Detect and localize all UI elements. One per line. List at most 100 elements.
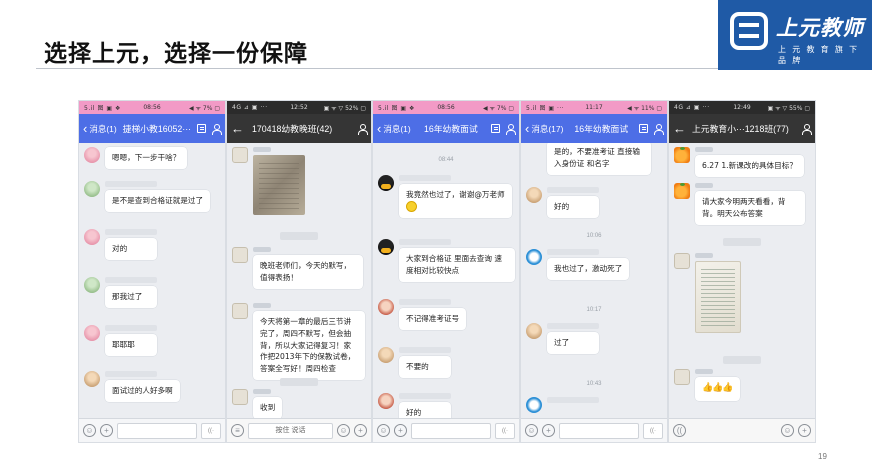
sender-name-blurred bbox=[105, 229, 157, 235]
group-members-icon[interactable] bbox=[357, 123, 368, 135]
back-button[interactable]: ← bbox=[673, 122, 688, 135]
avatar[interactable] bbox=[674, 183, 690, 199]
emoji-icon[interactable]: ☺ bbox=[781, 424, 794, 437]
sender-name-blurred bbox=[399, 393, 451, 399]
plus-icon[interactable]: + bbox=[100, 424, 113, 437]
chat-area[interactable]: 6.27 1.新课改的具体目标？ 请大家今明两天看看，背背。明天公布答案 👍👍👍 bbox=[669, 143, 815, 418]
emoji-icon[interactable]: ☺ bbox=[83, 424, 96, 437]
image-message[interactable] bbox=[253, 155, 305, 215]
voice-mode-icon[interactable]: (( bbox=[673, 424, 686, 437]
voice-button[interactable]: ((· bbox=[643, 422, 663, 439]
plus-icon[interactable]: + bbox=[542, 424, 555, 437]
plus-icon[interactable]: + bbox=[354, 424, 367, 437]
input-bar: (( ☺ + bbox=[669, 418, 815, 442]
back-label: 消息(1) bbox=[89, 123, 117, 134]
group-members-icon[interactable] bbox=[801, 123, 812, 135]
battery-icons: ◀ ᯤ 11% ▢ bbox=[627, 104, 662, 112]
message-input[interactable] bbox=[690, 423, 777, 439]
sender-name-blurred bbox=[399, 175, 451, 181]
time-marker: 10:17 bbox=[586, 307, 602, 313]
back-button[interactable]: ‹ 消息(1) bbox=[377, 122, 411, 135]
avatar[interactable] bbox=[232, 389, 248, 405]
message-input[interactable] bbox=[117, 422, 197, 439]
chat-area[interactable]: 晚班老师们，今天的默写，值得表扬！ 今天将第一章的最后三节讲完了，周四不默写，但… bbox=[227, 143, 371, 418]
avatar[interactable] bbox=[232, 247, 248, 263]
back-button[interactable]: ‹ 消息(17) bbox=[525, 122, 563, 135]
sender-name-blurred bbox=[105, 277, 157, 283]
battery-icons: ▣ ᯤ ▽ 52% ▢ bbox=[323, 104, 366, 112]
avatar[interactable] bbox=[674, 369, 690, 385]
avatar[interactable] bbox=[526, 187, 542, 203]
group-files-icon[interactable] bbox=[491, 123, 500, 133]
message: 我也过了，激动死了 bbox=[526, 249, 630, 280]
message-bubble: 是的，不要准考证 直接输入身份证 和名字 bbox=[547, 143, 651, 175]
avatar[interactable] bbox=[674, 147, 690, 163]
message: 面试过的人好多啊 bbox=[84, 371, 180, 402]
message: 嗯嗯，下一步干啥？ bbox=[84, 147, 188, 169]
avatar[interactable] bbox=[378, 347, 394, 363]
message: 今天将第一章的最后三节讲完了，周四不默写，但会抽背，所以大家记得复习！家作把20… bbox=[232, 303, 365, 380]
message: 是的，不要准考证 直接输入身份证 和名字 bbox=[547, 143, 651, 175]
avatar[interactable] bbox=[674, 253, 690, 269]
hold-to-talk-button[interactable]: 按住 说话 bbox=[248, 422, 333, 439]
time-divider bbox=[669, 238, 815, 246]
status-bar: 5.il 图 ▣ ❖ 08:56 ◀ ᯤ 7% ▢ bbox=[373, 101, 519, 114]
voice-button[interactable]: ((· bbox=[495, 422, 515, 439]
chat-title-bar: ‹ 消息(1) 捷梯小教16052··· bbox=[79, 114, 225, 143]
group-files-icon[interactable] bbox=[639, 123, 648, 133]
sender-name-blurred bbox=[695, 369, 713, 374]
chat-area[interactable]: 是的，不要准考证 直接输入身份证 和名字 好的 10:06 我也过了，激动死了 … bbox=[521, 143, 667, 418]
avatar[interactable] bbox=[84, 147, 100, 163]
voice-mode-icon[interactable]: ≡ bbox=[231, 424, 244, 437]
group-members-icon[interactable] bbox=[653, 123, 664, 135]
avatar[interactable] bbox=[526, 397, 542, 413]
group-files-icon[interactable] bbox=[197, 123, 206, 133]
message-bubble: 嗯嗯，下一步干啥？ bbox=[105, 147, 188, 169]
plus-icon[interactable]: + bbox=[394, 424, 407, 437]
time-marker: 10:06 bbox=[586, 233, 602, 239]
emoji-icon[interactable]: ☺ bbox=[377, 424, 390, 437]
emoji-icon[interactable]: ☺ bbox=[337, 424, 350, 437]
input-bar: ☺ + ((· bbox=[521, 418, 667, 442]
logo-tagline: 上 元 教 育 旗 下 品 牌 bbox=[778, 45, 860, 65]
avatar[interactable] bbox=[232, 303, 248, 319]
sender-name-blurred bbox=[399, 347, 451, 353]
avatar[interactable] bbox=[84, 277, 100, 293]
phone-screen-5: 4G ⊿ ▣ ··· 12:49 ▣ ᯤ ▽ 55% ▢ ← 上元教育小···1… bbox=[668, 100, 816, 443]
emoji-icon bbox=[406, 201, 417, 213]
voice-button[interactable]: ((· bbox=[201, 422, 221, 439]
back-button[interactable]: ‹ 消息(1) bbox=[83, 122, 117, 135]
avatar[interactable] bbox=[526, 323, 542, 339]
avatar[interactable] bbox=[378, 239, 394, 255]
avatar[interactable] bbox=[378, 393, 394, 409]
avatar[interactable] bbox=[232, 147, 248, 163]
logo-mark-icon bbox=[730, 12, 768, 50]
message: 大家到合格证 里面去查询 速度相对比较快点 bbox=[378, 239, 515, 282]
emoji-icon[interactable]: ☺ bbox=[525, 424, 538, 437]
avatar[interactable] bbox=[378, 299, 394, 315]
message-input[interactable] bbox=[411, 422, 491, 439]
group-members-icon[interactable] bbox=[211, 123, 222, 135]
avatar[interactable] bbox=[84, 229, 100, 245]
message-bubble: 耶耶耶 bbox=[105, 334, 157, 356]
group-members-icon[interactable] bbox=[505, 123, 516, 135]
message-input[interactable] bbox=[559, 422, 639, 439]
back-button[interactable]: ← bbox=[231, 122, 246, 135]
avatar[interactable] bbox=[84, 325, 100, 341]
avatar[interactable] bbox=[84, 371, 100, 387]
image-message[interactable] bbox=[695, 261, 741, 333]
avatar[interactable] bbox=[526, 249, 542, 265]
message-bubble: 大家到合格证 里面去查询 速度相对比较快点 bbox=[399, 248, 515, 282]
chat-area[interactable]: 08:44 我竟然也过了，谢谢@万老师 大家到合格证 里面去查询 速度相对比较快… bbox=[373, 143, 519, 418]
message-bubble: 好的 bbox=[399, 402, 451, 418]
sender-name-blurred bbox=[695, 253, 713, 258]
message-bubble: 收到 bbox=[253, 397, 283, 418]
chat-area[interactable]: 嗯嗯，下一步干啥？ 是不是查到合格证就是过了 对的 那我过了 耶耶耶 面试过的人… bbox=[79, 143, 225, 418]
avatar[interactable] bbox=[378, 175, 394, 191]
logo-brand: 上元教师 bbox=[776, 16, 864, 40]
message: 我竟然也过了，谢谢@万老师 bbox=[378, 175, 512, 218]
chevron-left-icon: ‹ bbox=[83, 121, 88, 136]
phone-screen-1: 5.il 图 ▣ ❖ 08:56 ◀ ᯤ 7% ▢ ‹ 消息(1) 捷梯小教160… bbox=[78, 100, 226, 443]
avatar[interactable] bbox=[84, 181, 100, 197]
plus-icon[interactable]: + bbox=[798, 424, 811, 437]
